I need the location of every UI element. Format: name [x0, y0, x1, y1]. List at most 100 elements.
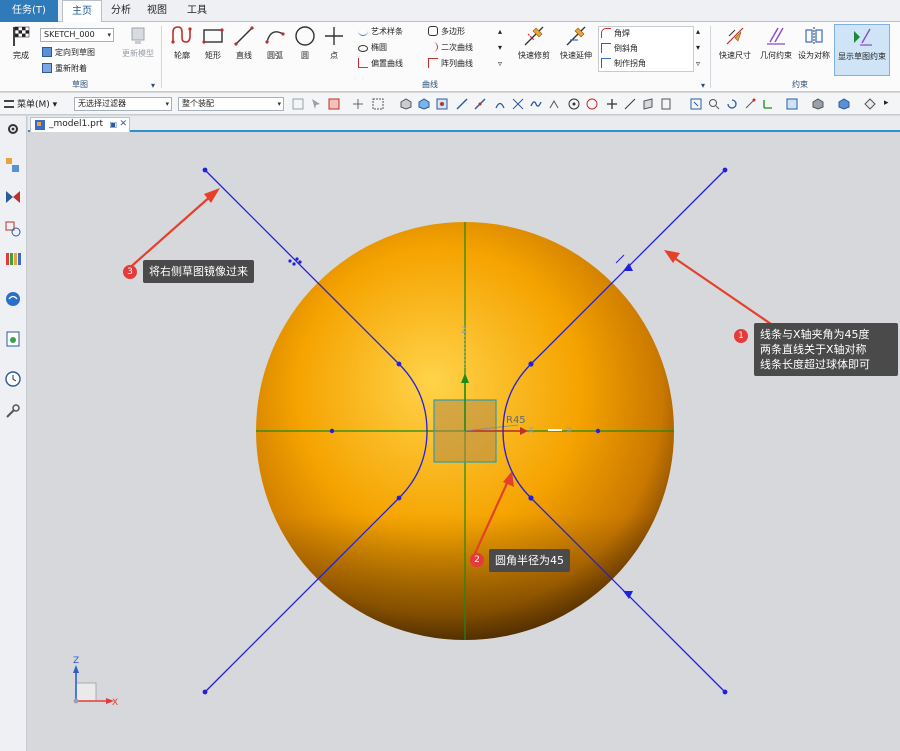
face-snap-icon[interactable]	[642, 98, 654, 110]
web-browser-icon[interactable]	[4, 290, 22, 308]
shaded-cube-icon[interactable]	[838, 98, 850, 110]
solid-body-icon[interactable]	[400, 98, 412, 110]
orient-view-icon[interactable]	[786, 98, 798, 110]
existing-point-snap-icon[interactable]	[606, 98, 618, 110]
quick-trim-button[interactable]: 快速修剪	[514, 24, 554, 61]
fillet-center-point[interactable]	[329, 428, 335, 434]
sketch-name-select[interactable]: SKETCH_000 ▾	[40, 28, 114, 42]
assembly-navigator-icon[interactable]	[4, 188, 22, 206]
history-document-icon[interactable]	[4, 330, 22, 348]
snap-icon[interactable]	[292, 98, 304, 110]
sheet-body-icon[interactable]	[418, 98, 430, 110]
sketch-group-expander-icon[interactable]: ▾	[148, 81, 158, 90]
endpoint-snap-icon[interactable]	[456, 98, 468, 110]
studio-spline-button[interactable]: 艺术样条	[358, 26, 403, 38]
rapid-dimension-button[interactable]: 快速尺寸	[714, 24, 756, 61]
fillet-radius-dimension[interactable]: R45	[506, 415, 526, 426]
fillet-tangent-point[interactable]	[396, 361, 402, 367]
menu-button[interactable]: 菜单(M) ▾	[4, 97, 57, 110]
point-on-curve-snap-icon[interactable]	[624, 98, 636, 110]
sketch-endpoint[interactable]	[202, 167, 208, 173]
line-button[interactable]: 直线	[230, 24, 258, 61]
orient-to-sketch-button[interactable]: 定向到草图	[42, 47, 95, 59]
select-icon[interactable]	[310, 98, 322, 110]
geometric-constraints-button[interactable]: 几何约束	[756, 24, 796, 61]
point-select-icon[interactable]	[352, 98, 364, 110]
polygon-button[interactable]: 多边形	[428, 26, 465, 38]
corner-gallery-up-icon[interactable]: ▴	[696, 26, 700, 38]
document-tab[interactable]: _model1.prt ▣ ✕	[30, 117, 130, 132]
gallery-scroll-down-icon[interactable]: ▾	[498, 42, 502, 54]
midpoint-snap-icon[interactable]	[474, 98, 486, 110]
offset-curve-button[interactable]: 偏置曲线	[358, 58, 403, 70]
sketch-endpoint[interactable]	[722, 167, 728, 173]
sketch-endpoint[interactable]	[722, 689, 728, 695]
arc-button[interactable]: 圆弧	[261, 24, 289, 61]
spline-snap-icon[interactable]	[530, 98, 542, 110]
toolbar-overflow-icon[interactable]: ▸	[884, 98, 889, 108]
gallery-scroll-up-icon[interactable]: ▴	[498, 26, 502, 38]
tab-home[interactable]: 主页	[62, 0, 102, 22]
make-corner-button[interactable]: 制作拐角	[601, 58, 646, 70]
settings-gear-icon[interactable]	[4, 120, 22, 138]
ellipse-button[interactable]: 椭圆	[358, 42, 387, 54]
update-model-button[interactable]: 更新模型	[118, 24, 158, 59]
conic-button[interactable]: 二次曲线	[428, 42, 473, 54]
close-icon[interactable]: ✕	[119, 118, 127, 131]
make-symmetric-button[interactable]: 设为对称	[796, 24, 832, 61]
rectangle-button[interactable]: 矩形	[199, 24, 227, 61]
constraint-navigator-icon[interactable]	[4, 220, 22, 238]
fillet-button[interactable]: 角焊	[601, 28, 630, 40]
intersection-snap-icon[interactable]	[512, 98, 524, 110]
clock-icon[interactable]	[4, 370, 22, 388]
tab-analysis[interactable]: 分析	[106, 0, 136, 22]
profile-icon	[171, 26, 192, 44]
show-sketch-constraints-button[interactable]: 显示草图约束	[834, 24, 890, 76]
chamfer-button[interactable]: 倒斜角	[601, 43, 638, 55]
rotate-view-icon[interactable]	[726, 98, 738, 110]
selection-filter-select[interactable]: 无选择过滤器 ▾	[74, 97, 172, 111]
corner-gallery-more-icon[interactable]: ▿	[696, 58, 700, 70]
control-point-snap-icon[interactable]	[494, 98, 506, 110]
corner-gallery-down-icon[interactable]: ▾	[696, 42, 700, 54]
circle-button[interactable]: 圆	[292, 24, 318, 61]
reattach-button[interactable]: 重新附着	[42, 63, 87, 75]
bounded-grid-icon[interactable]	[660, 98, 672, 110]
tangent-snap-icon[interactable]	[586, 98, 598, 110]
tab-tools[interactable]: 工具	[182, 0, 212, 22]
arc-center-snap-icon[interactable]	[568, 98, 580, 110]
fillet-tangent-point[interactable]	[528, 495, 534, 501]
part-navigator-icon[interactable]	[4, 156, 22, 174]
fillet-center-point[interactable]	[595, 428, 601, 434]
assembly-scope-select[interactable]: 整个装配 ▾	[178, 97, 284, 111]
tab-task[interactable]: 任务(T)	[0, 0, 58, 22]
edit-section-icon[interactable]	[864, 98, 876, 110]
role-tools-icon[interactable]	[4, 402, 22, 420]
sketch-endpoint[interactable]	[202, 689, 208, 695]
zoom-icon[interactable]	[708, 98, 720, 110]
graphics-window[interactable]: X X Z R45 Z X 1 线条与X轴夹角为45度 两条直线关于X轴对称 线…	[28, 133, 900, 751]
checkered-flag-icon	[13, 26, 30, 46]
point-button[interactable]: 点	[321, 24, 347, 61]
fit-view-icon[interactable]	[690, 98, 702, 110]
pattern-curve-button[interactable]: 阵列曲线	[428, 58, 473, 70]
render-style-icon[interactable]	[812, 98, 824, 110]
tab-view[interactable]: 视图	[142, 0, 172, 22]
ribbon-divider	[710, 26, 711, 88]
quick-extend-button[interactable]: 快速延伸	[556, 24, 596, 61]
feature-select-icon[interactable]	[328, 98, 340, 110]
gallery-more-icon[interactable]: ▿	[498, 58, 502, 70]
pin-icon[interactable]: ▣	[109, 118, 117, 131]
fillet-tangent-point[interactable]	[396, 495, 402, 501]
profile-button[interactable]: 轮廓	[168, 24, 196, 61]
pan-icon[interactable]	[744, 98, 756, 110]
quadrant-snap-icon[interactable]	[548, 98, 560, 110]
box-select-icon[interactable]	[372, 98, 384, 110]
snap-grid-icon[interactable]	[436, 98, 448, 110]
view-triad-icon[interactable]	[762, 98, 774, 110]
finish-sketch-button[interactable]: 完成	[6, 24, 36, 61]
viewport-canvas[interactable]: X X Z R45 Z X	[28, 133, 900, 751]
curve-group-expander-icon[interactable]: ▾	[698, 81, 708, 90]
fillet-tangent-point[interactable]	[528, 361, 534, 367]
reuse-library-icon[interactable]	[4, 250, 22, 268]
